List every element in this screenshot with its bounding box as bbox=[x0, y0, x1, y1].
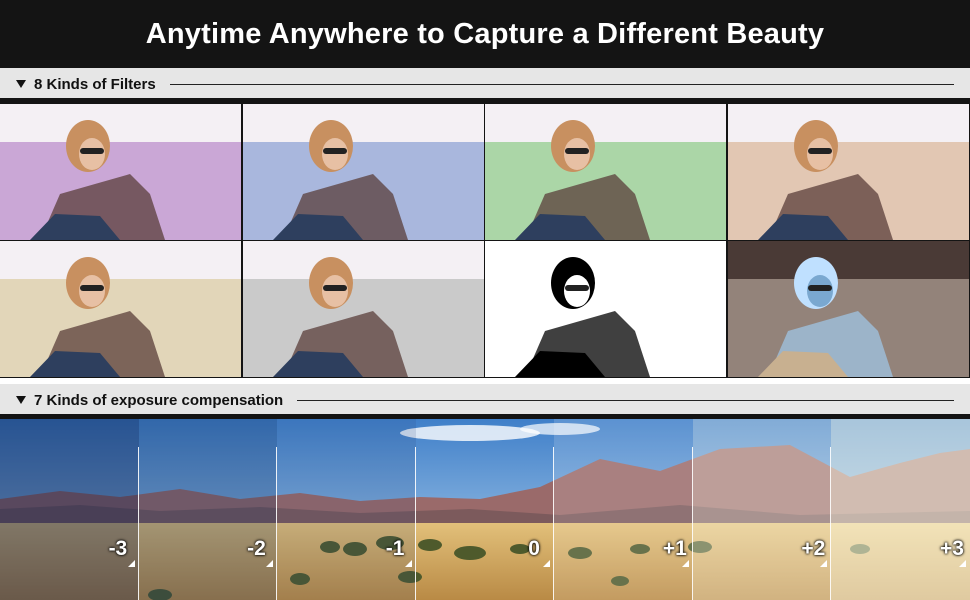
exposure-section-label: 7 Kinds of exposure compensation bbox=[34, 391, 284, 409]
exposure-value-label: 0 bbox=[528, 537, 540, 560]
corner-marker-icon bbox=[404, 560, 412, 567]
exposure-band bbox=[692, 419, 832, 600]
blue-filter-photo bbox=[242, 104, 484, 240]
filters-section-label: 8 Kinds of Filters bbox=[34, 75, 156, 93]
negative-filter-photo bbox=[728, 241, 969, 377]
exposure-value-label: -3 bbox=[108, 537, 128, 560]
filters-section-header: 8 Kinds of Filters bbox=[0, 68, 970, 100]
purple-filter-photo bbox=[0, 104, 241, 240]
corner-marker-icon bbox=[820, 560, 828, 567]
header-rule bbox=[169, 83, 954, 85]
corner-marker-icon bbox=[266, 560, 274, 567]
exposure-band bbox=[277, 419, 416, 600]
collapse-triangle-icon bbox=[16, 396, 26, 404]
exposure-value-label: +2 bbox=[801, 537, 826, 560]
natural-filter-photo bbox=[0, 241, 241, 377]
exposure-band bbox=[831, 419, 970, 600]
corner-marker-icon bbox=[959, 560, 966, 567]
corner-marker-icon bbox=[543, 560, 551, 567]
exposure-band bbox=[0, 419, 139, 600]
exposure-section-header: 7 Kinds of exposure compensation bbox=[0, 384, 970, 416]
header-rule bbox=[297, 399, 954, 401]
grayscale-filter-photo bbox=[242, 241, 484, 377]
exposure-band bbox=[138, 419, 278, 600]
corner-marker-icon bbox=[127, 560, 135, 567]
exposure-strip: -3 -2 -1 0 +1 +2 +3 bbox=[0, 419, 970, 600]
exposure-band bbox=[554, 419, 693, 600]
warm-filter-photo bbox=[728, 104, 969, 240]
exposure-value-label: +1 bbox=[662, 537, 687, 560]
green-filter-photo bbox=[485, 104, 727, 240]
black-white-filter-photo bbox=[485, 241, 727, 377]
filters-grid bbox=[0, 103, 970, 378]
exposure-value-label: +3 bbox=[940, 537, 964, 560]
collapse-triangle-icon bbox=[16, 80, 26, 88]
page-title: Anytime Anywhere to Capture a Different … bbox=[145, 17, 825, 50]
title-banner: Anytime Anywhere to Capture a Different … bbox=[0, 0, 970, 68]
exposure-value-label: -2 bbox=[247, 537, 266, 560]
corner-marker-icon bbox=[681, 560, 689, 567]
exposure-band bbox=[416, 419, 555, 600]
exposure-value-label: -1 bbox=[385, 537, 405, 560]
